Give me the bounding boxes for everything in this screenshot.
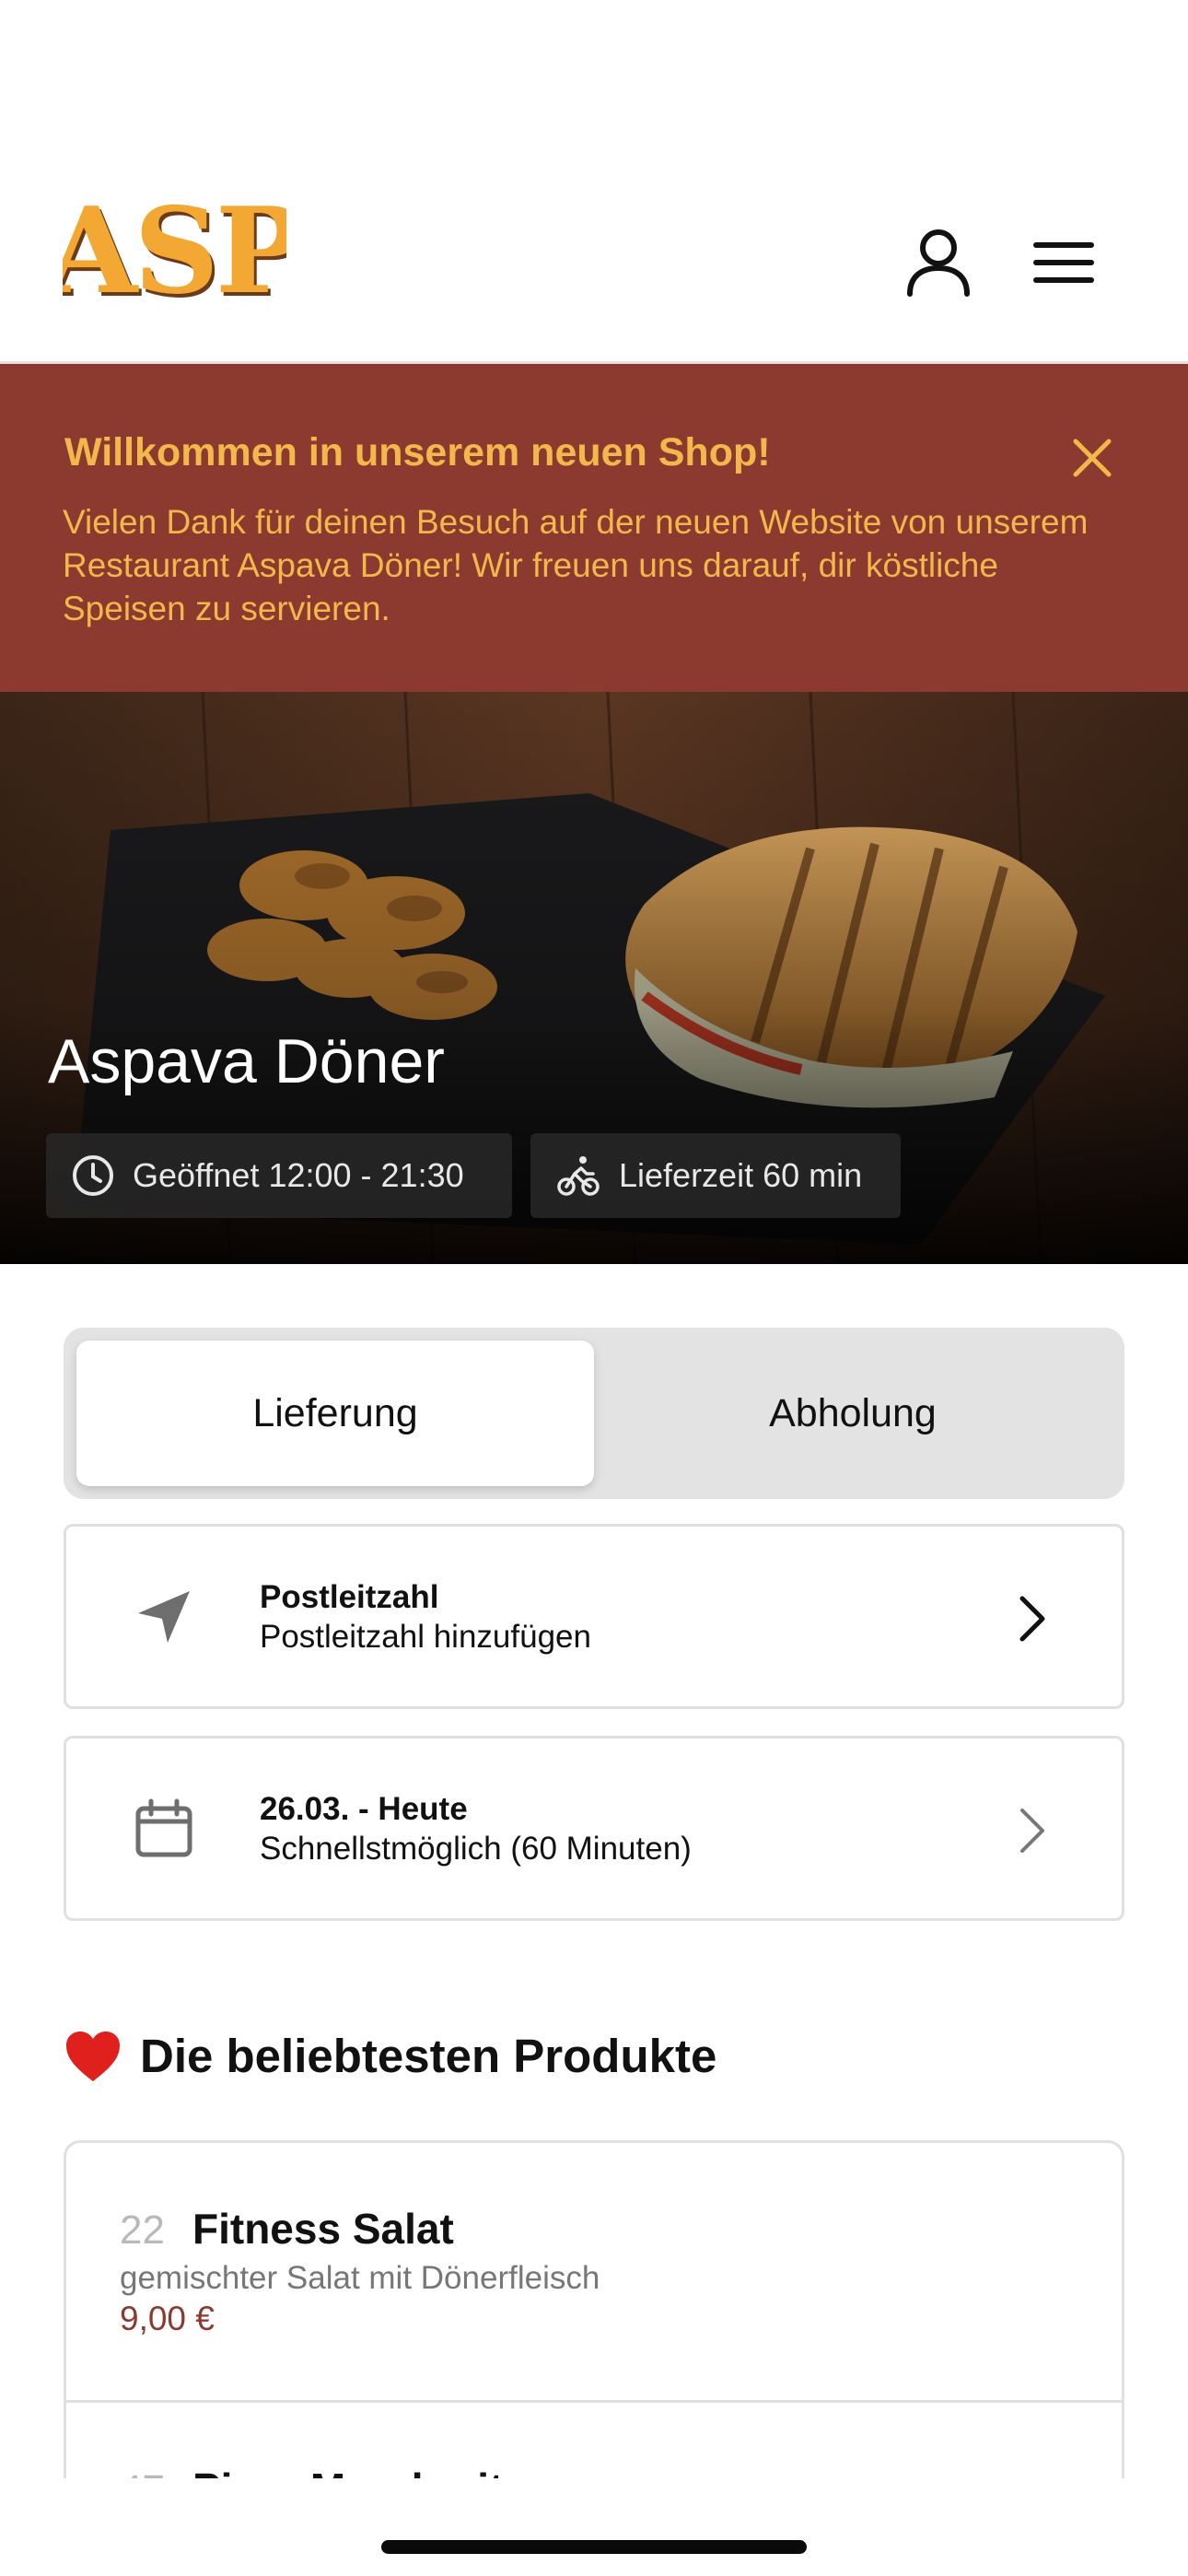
product-description: gemischter Salat mit Dönerfleisch xyxy=(120,2260,600,2296)
delivery-time-selector[interactable]: 26.03. - Heute Schnellstmöglich (60 Minu… xyxy=(64,1736,1124,1921)
restaurant-name: Aspava Döner xyxy=(48,1026,445,1096)
calendar-icon xyxy=(135,1798,192,1857)
close-icon xyxy=(1073,439,1112,477)
bicycle-courier-icon xyxy=(557,1156,600,1196)
tab-pickup[interactable]: Abholung xyxy=(594,1341,1112,1486)
order-mode-toggle: Lieferung Abholung xyxy=(64,1328,1124,1499)
app-header: ASPAVA xyxy=(0,0,1188,364)
banner-text: Vielen Dank für deinen Besuch auf der ne… xyxy=(63,503,1089,627)
delivery-date-subtitle: Schnellstmöglich (60 Minuten) xyxy=(260,1831,692,1867)
banner-close-button[interactable] xyxy=(1066,432,1118,484)
bottom-safe-area xyxy=(0,2478,1188,2576)
logo[interactable]: ASPAVA xyxy=(63,201,286,302)
delivery-date-title: 26.03. - Heute xyxy=(260,1791,468,1827)
product-number: 22 xyxy=(120,2207,165,2253)
chevron-right-icon xyxy=(1020,1809,1044,1853)
product-price: 9,00 € xyxy=(120,2300,215,2337)
account-button[interactable] xyxy=(897,221,980,304)
product-card[interactable]: 22 Fitness Salat gemischter Salat mit Dö… xyxy=(66,2143,1122,2403)
logo-text: ASPAVA xyxy=(63,201,286,302)
delivery-time-chip: Lieferzeit 60 min xyxy=(530,1133,901,1218)
zip-code-subtitle: Postleitzahl hinzufügen xyxy=(260,1619,591,1655)
home-indicator[interactable] xyxy=(381,2540,807,2554)
product-name: Fitness Salat xyxy=(192,2205,454,2253)
welcome-banner: Willkommen in unserem neuen Shop! Vielen… xyxy=(0,364,1188,692)
hamburger-menu-icon xyxy=(1033,242,1094,283)
heart-icon xyxy=(66,2031,120,2081)
opening-hours-label: Geöffnet 12:00 - 21:30 xyxy=(133,1156,464,1194)
clock-icon xyxy=(73,1155,113,1196)
user-icon xyxy=(907,229,970,297)
tab-delivery[interactable]: Lieferung xyxy=(76,1341,594,1486)
section-title-text: Die beliebtesten Produkte xyxy=(140,2030,717,2082)
menu-button[interactable] xyxy=(1022,221,1105,304)
location-arrow-icon xyxy=(138,1591,190,1643)
hero-banner: Aspava Döner Geöffnet 12:00 - 21:30 Lief… xyxy=(0,692,1188,1264)
delivery-time-label: Lieferzeit 60 min xyxy=(619,1156,863,1194)
chevron-right-icon xyxy=(1019,1596,1045,1642)
banner-title: Willkommen in unserem neuen Shop! xyxy=(64,430,771,474)
opening-hours-chip: Geöffnet 12:00 - 21:30 xyxy=(46,1133,512,1218)
zip-code-title: Postleitzahl xyxy=(260,1579,439,1615)
zip-code-selector[interactable]: Postleitzahl Postleitzahl hinzufügen xyxy=(64,1524,1124,1709)
product-list: 22 Fitness Salat gemischter Salat mit Dö… xyxy=(64,2140,1124,2527)
popular-products-heading: Die beliebtesten Produkte xyxy=(64,2029,716,2083)
